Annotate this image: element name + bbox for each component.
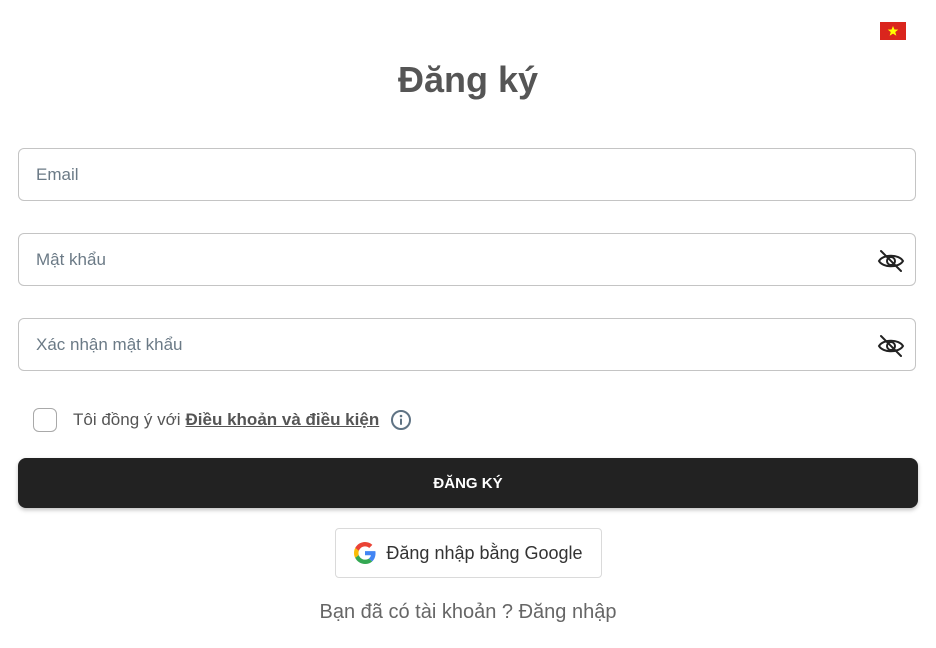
star-icon	[887, 26, 899, 36]
login-link[interactable]: Đăng nhập	[519, 601, 617, 623]
login-prompt-text: Bạn đã có tài khoản ?	[319, 601, 514, 623]
email-field[interactable]	[18, 148, 916, 201]
eye-slash-icon[interactable]	[877, 333, 905, 359]
confirm-password-field[interactable]	[18, 318, 916, 371]
password-input[interactable]	[19, 234, 915, 285]
google-signin-label: Đăng nhập bằng Google	[386, 542, 583, 563]
login-prompt: Bạn đã có tài khoản ? Đăng nhập	[0, 601, 936, 624]
eye-slash-icon[interactable]	[877, 248, 905, 274]
signup-submit-button[interactable]: ĐĂNG KÝ	[18, 458, 918, 508]
page-title: Đăng ký	[397, 59, 539, 100]
confirm-password-input[interactable]	[19, 319, 915, 370]
email-input[interactable]	[19, 149, 915, 200]
terms-link[interactable]: Điều khoản và điều kiện	[186, 410, 380, 430]
terms-checkbox[interactable]	[33, 408, 57, 432]
password-field[interactable]	[18, 233, 916, 286]
terms-agreement-row: Tôi đồng ý với Điều khoản và điều kiện	[33, 407, 412, 433]
google-signin-button[interactable]: Đăng nhập bằng Google	[335, 528, 602, 578]
google-icon	[354, 542, 376, 564]
info-icon[interactable]	[390, 409, 412, 431]
signup-page: Đăng ký Tôi đồng ý với Điều khoản và điề…	[0, 0, 936, 648]
agree-text: Tôi đồng ý với	[73, 410, 181, 429]
language-flag-icon[interactable]	[880, 22, 906, 40]
